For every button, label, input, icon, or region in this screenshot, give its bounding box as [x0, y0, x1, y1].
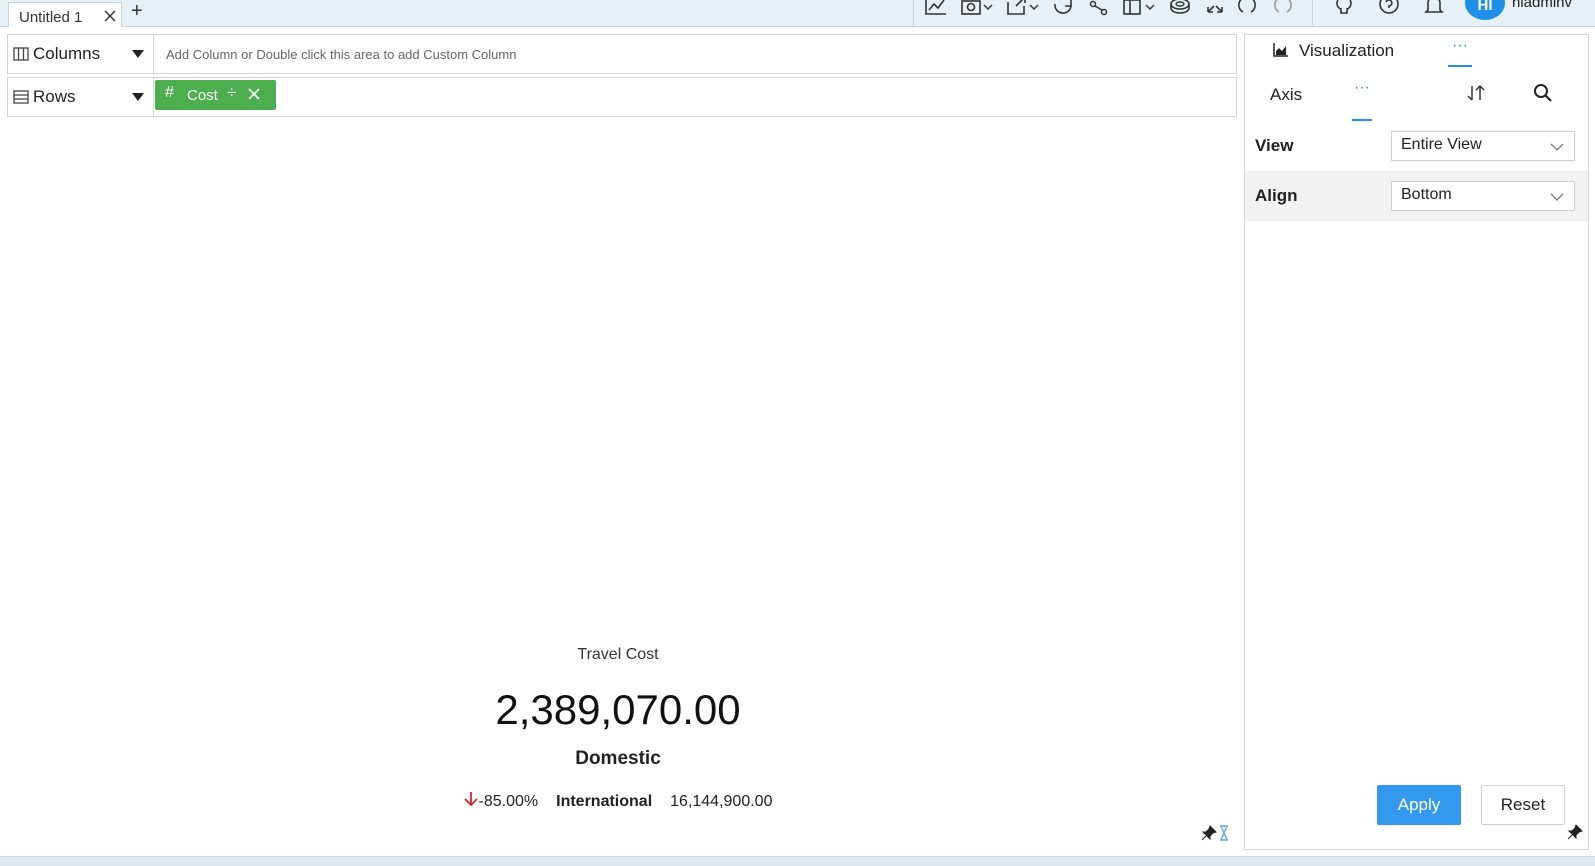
measure-hash-icon: #	[165, 84, 174, 101]
bulb-icon[interactable]	[1334, 0, 1354, 16]
kpi-compare-value: 16,144,900.00	[670, 792, 773, 810]
help-icon[interactable]	[1378, 0, 1400, 16]
expand-icon[interactable]	[1204, 0, 1226, 16]
select-value: Bottom	[1401, 186, 1452, 203]
kpi-comparison: -85.00% International 16,144,900.00	[0, 791, 1236, 812]
divide-icon[interactable]: ÷	[227, 83, 236, 103]
refresh-icon[interactable]	[1052, 0, 1074, 16]
property-label: View	[1255, 136, 1294, 155]
tab-more[interactable]: ···	[1352, 79, 1372, 121]
property-row-view: View Entire View	[1245, 121, 1588, 171]
cost-pill[interactable]: # Cost ÷	[155, 80, 276, 110]
apply-button[interactable]: Apply	[1377, 785, 1461, 825]
panel-title[interactable]: Visualization	[1299, 41, 1394, 61]
columns-shelf: Columns Add Column or Double click this …	[7, 34, 1237, 74]
select-value: Entire View	[1401, 136, 1482, 153]
undo-icon[interactable]	[1236, 0, 1258, 16]
chevron-down-icon[interactable]	[132, 93, 144, 101]
avatar[interactable]: HI	[1465, 0, 1505, 20]
chevron-down-icon	[1550, 190, 1564, 208]
toolbar: HI hiadminv	[913, 0, 1572, 27]
export-icon[interactable]	[1006, 0, 1040, 16]
tab-title: Untitled 1	[19, 9, 83, 26]
pill-label: Cost	[187, 87, 218, 104]
toolbar-separator	[1312, 0, 1313, 27]
kpi-change: -85.00%	[478, 792, 539, 810]
app-root: Untitled 1 + HI hiadminv Columns Add Col…	[0, 0, 1595, 866]
kpi-value: 2,389,070.00	[495, 686, 741, 733]
remove-pill-icon[interactable]	[247, 87, 261, 106]
add-tab-button[interactable]: +	[131, 0, 143, 23]
chevron-down-icon	[1550, 140, 1564, 158]
view-select[interactable]: Entire View	[1391, 131, 1575, 161]
layout-icon[interactable]	[1122, 0, 1156, 16]
align-select[interactable]: Bottom	[1391, 181, 1575, 211]
database-icon[interactable]	[1168, 0, 1192, 16]
search-icon[interactable]	[1533, 83, 1553, 108]
close-icon[interactable]	[102, 6, 118, 24]
rows-shelf-label[interactable]: Rows	[8, 78, 154, 116]
rows-shelf: Rows # Cost ÷	[7, 77, 1237, 117]
arrow-down-icon	[463, 791, 478, 812]
bell-icon[interactable]	[1424, 0, 1444, 16]
chevron-down-icon[interactable]	[132, 50, 144, 58]
property-row-align: Align Bottom	[1245, 171, 1588, 221]
rows-icon	[13, 89, 29, 110]
columns-icon	[13, 46, 29, 67]
username-menu[interactable]: hiadminv	[1512, 0, 1572, 11]
camera-icon[interactable]	[960, 0, 994, 16]
visualization-panel: Visualization ··· Axis ··· View Entire V…	[1244, 34, 1589, 850]
pin-icon[interactable]	[1567, 824, 1583, 845]
columns-label: Columns	[33, 44, 101, 63]
tab-untitled[interactable]: Untitled 1	[8, 2, 122, 27]
kpi-compare-label: International	[556, 792, 653, 810]
reset-button[interactable]: Reset	[1481, 785, 1565, 825]
area-chart-icon	[1273, 43, 1289, 62]
sort-icon[interactable]	[1466, 83, 1486, 108]
pin-icon[interactable]	[1201, 825, 1217, 846]
rows-label: Rows	[33, 87, 76, 106]
kpi-label: Domestic	[575, 748, 661, 769]
redo-icon[interactable]	[1272, 0, 1294, 16]
chart-icon[interactable]	[924, 0, 948, 16]
property-label: Align	[1255, 186, 1298, 205]
columns-shelf-label[interactable]: Columns	[8, 35, 154, 73]
tab-axis[interactable]: Axis	[1270, 85, 1302, 105]
share-icon[interactable]	[1089, 0, 1109, 16]
kpi-title: Travel Cost	[577, 646, 659, 663]
columns-drop-area[interactable]: Add Column or Double click this area to …	[166, 47, 516, 62]
top-bar: Untitled 1 + HI hiadminv	[0, 0, 1595, 27]
panel-more-tab[interactable]: ···	[1448, 37, 1472, 67]
hourglass-icon	[1219, 825, 1229, 846]
status-strip	[0, 856, 1595, 866]
